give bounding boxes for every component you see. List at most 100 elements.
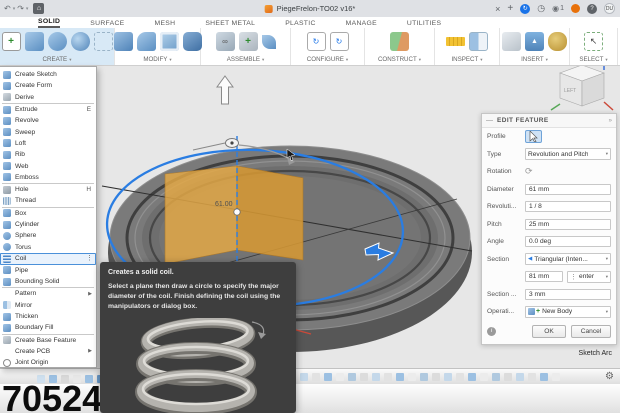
- timeline-feature-icon[interactable]: [528, 373, 536, 381]
- document-tab[interactable]: PiegeFrelon-TO02 v16*: [265, 0, 356, 17]
- ribbon-group-label[interactable]: CONFIGURE▾: [307, 56, 348, 63]
- timeline-feature-icon[interactable]: [480, 373, 488, 381]
- timeline-feature-icon[interactable]: [468, 373, 476, 381]
- revolve-icon[interactable]: [48, 32, 67, 51]
- timeline-feature-icon[interactable]: [420, 373, 428, 381]
- center-handle[interactable]: [234, 209, 240, 215]
- timeline-feature-icon[interactable]: [504, 373, 512, 381]
- dropdown-select[interactable]: ◀Triangular (Inten...▾: [525, 253, 611, 265]
- timeline-feature-icon[interactable]: [61, 375, 69, 383]
- timeline-feature-icon[interactable]: [73, 375, 81, 383]
- timeline-feature-icon[interactable]: [540, 373, 548, 381]
- construction-plane-icon[interactable]: [390, 32, 409, 51]
- sync-icon[interactable]: ↻: [520, 4, 530, 14]
- timeline-feature-icon[interactable]: [348, 373, 356, 381]
- timeline-feature-icon[interactable]: [432, 373, 440, 381]
- timeline-feature-icon[interactable]: [516, 373, 524, 381]
- menu-item-hole[interactable]: HoleH: [0, 184, 96, 195]
- configuration-table-icon[interactable]: ↻: [330, 32, 349, 51]
- timeline-feature-icon[interactable]: [324, 373, 332, 381]
- menu-item-extrude[interactable]: ExtrudeE: [0, 104, 96, 115]
- ribbon-group-label[interactable]: INSPECT▾: [451, 56, 482, 63]
- value-input[interactable]: 0.0 deg: [525, 236, 611, 247]
- history-icon[interactable]: ◷: [537, 3, 545, 14]
- more-options-icon[interactable]: ⋮: [86, 255, 93, 263]
- menu-item-mirror[interactable]: Mirror: [0, 300, 96, 311]
- menu-item-boundary-fill[interactable]: Boundary Fill: [0, 322, 96, 333]
- timeline-feature-icon[interactable]: [37, 375, 45, 383]
- cancel-button[interactable]: Cancel: [571, 325, 611, 338]
- rotation-icon[interactable]: ⟳: [525, 166, 533, 177]
- manipulator-plane-right[interactable]: [237, 166, 303, 260]
- joint-icon[interactable]: [262, 35, 276, 49]
- timeline-gear-icon[interactable]: ⚙: [605, 371, 614, 382]
- value-input[interactable]: 3 mm: [525, 289, 611, 300]
- new-component-icon[interactable]: +: [239, 32, 258, 51]
- timeline-feature-icon[interactable]: [492, 373, 500, 381]
- menu-item-create-pcb[interactable]: Create PCB▶: [0, 346, 96, 357]
- timeline-bar[interactable]: ⚙: [0, 368, 620, 384]
- menu-item-loft[interactable]: Loft: [0, 138, 96, 149]
- timeline-feature-icon[interactable]: [552, 373, 560, 381]
- ok-button[interactable]: OK: [532, 325, 566, 338]
- menu-item-bounding-solid[interactable]: Bounding Solid: [0, 276, 96, 287]
- value-input[interactable]: 1 / 8: [525, 201, 611, 212]
- tab-surface[interactable]: SURFACE: [90, 19, 124, 28]
- timeline-feature-icon[interactable]: [384, 373, 392, 381]
- manipulator-plane-left[interactable]: [165, 166, 237, 264]
- undo-dropdown-icon[interactable]: ▾: [13, 6, 16, 12]
- menu-item-sphere[interactable]: Sphere: [0, 230, 96, 241]
- menu-item-create-base-feature[interactable]: Create Base Feature: [0, 335, 96, 346]
- press-pull-icon[interactable]: [114, 32, 133, 51]
- menu-item-coil[interactable]: Coil⋮: [0, 253, 96, 265]
- menu-item-sweep[interactable]: Sweep: [0, 126, 96, 137]
- menu-item-torus[interactable]: Torus: [0, 241, 96, 252]
- insert-derive-icon[interactable]: [502, 32, 521, 51]
- avatar[interactable]: DU: [604, 3, 615, 14]
- expand-icon[interactable]: »: [609, 118, 612, 124]
- view-cube[interactable]: LEFT: [550, 60, 614, 118]
- redo-icon[interactable]: ↷: [17, 4, 24, 14]
- ribbon-group-label[interactable]: CONSTRUCT▾: [378, 56, 421, 63]
- dialog-header[interactable]: — EDIT FEATURE »: [482, 114, 616, 128]
- minimize-icon[interactable]: —: [486, 117, 493, 124]
- ribbon-group-label[interactable]: SELECT▾: [579, 56, 607, 63]
- menu-item-cylinder[interactable]: Cylinder: [0, 219, 96, 230]
- menu-item-pipe[interactable]: Pipe: [0, 265, 96, 276]
- profile-select-button[interactable]: [525, 130, 542, 143]
- select-icon[interactable]: ↖: [584, 32, 603, 51]
- value-input[interactable]: 25 mm: [525, 219, 611, 230]
- notifications-bell-icon[interactable]: [571, 4, 580, 13]
- menu-item-web[interactable]: Web: [0, 160, 96, 171]
- up-arrow-manipulator[interactable]: [217, 76, 233, 104]
- insert-component-icon[interactable]: ∞: [216, 32, 235, 51]
- menu-item-revolve[interactable]: Revolve: [0, 115, 96, 126]
- help-icon[interactable]: ?: [587, 4, 597, 14]
- account-status[interactable]: ◉ 1: [552, 4, 564, 13]
- fillet-icon[interactable]: [137, 32, 156, 51]
- tab-manage[interactable]: MANAGE: [346, 19, 377, 28]
- timeline-feature-icon[interactable]: [456, 373, 464, 381]
- menu-item-create-sketch[interactable]: Create Sketch: [0, 69, 96, 80]
- timeline-feature-icon[interactable]: [360, 373, 368, 381]
- menu-item-box[interactable]: Box: [0, 208, 96, 219]
- timeline-feature-icon[interactable]: [408, 373, 416, 381]
- sphere-primitive-icon[interactable]: [71, 32, 90, 51]
- menu-item-joint-origin[interactable]: Joint Origin: [0, 357, 96, 368]
- home-icon[interactable]: ⌂: [33, 3, 44, 14]
- tab-mesh[interactable]: MESH: [154, 19, 175, 28]
- tab-solid[interactable]: SOLID: [38, 17, 60, 28]
- redo-dropdown-icon[interactable]: ▾: [26, 6, 29, 12]
- ribbon-group-label[interactable]: INSERT▾: [521, 56, 548, 63]
- menu-item-emboss[interactable]: Emboss: [0, 172, 96, 183]
- menu-item-rib[interactable]: Rib: [0, 149, 96, 160]
- section-analysis-icon[interactable]: [469, 32, 488, 51]
- info-icon[interactable]: i: [487, 327, 496, 336]
- configuration-icon[interactable]: ↻: [307, 32, 326, 51]
- menu-item-create-form[interactable]: Create Form: [0, 80, 96, 91]
- shell-icon[interactable]: [160, 32, 179, 51]
- dropdown-select[interactable]: +New Body▾: [525, 306, 611, 318]
- close-tab-icon[interactable]: ×: [495, 4, 500, 14]
- value-input[interactable]: 81 mm: [525, 271, 563, 282]
- timeline-feature-icon[interactable]: [396, 373, 404, 381]
